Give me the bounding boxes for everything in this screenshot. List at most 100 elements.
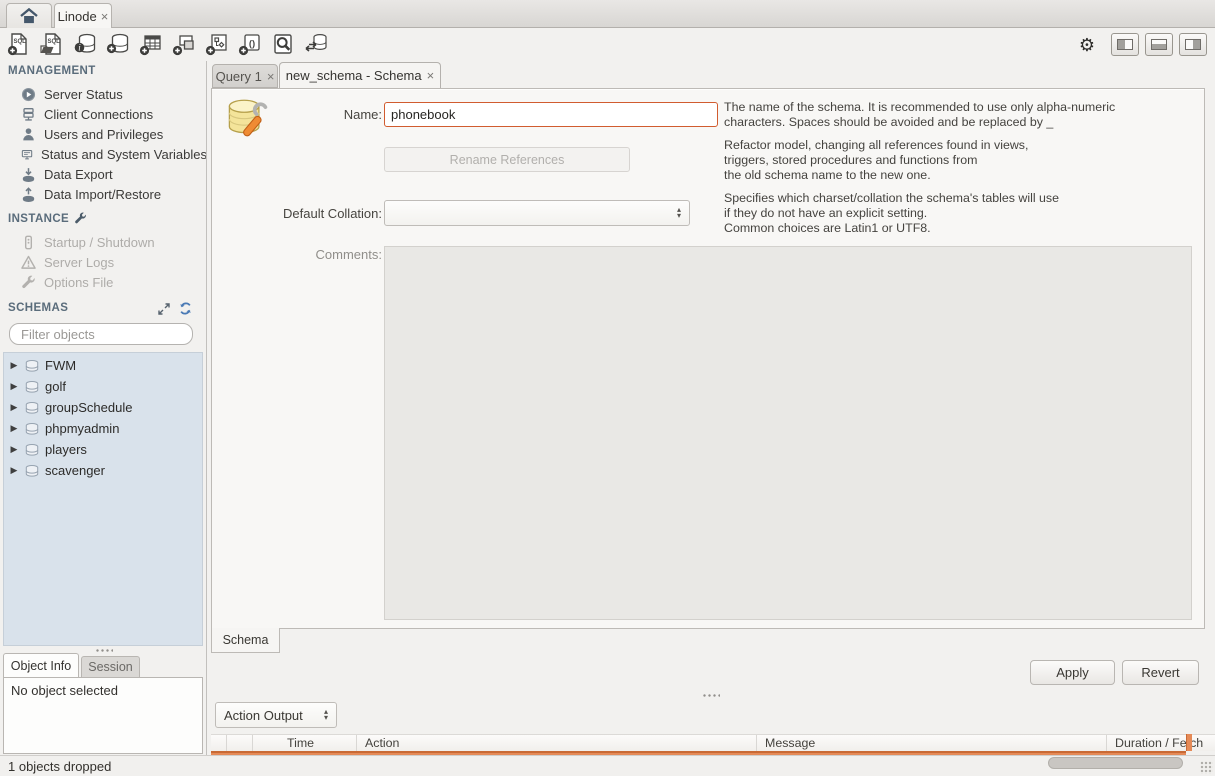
toolbar-left-group (6, 31, 329, 57)
tab-session[interactable]: Session (81, 656, 140, 677)
sidebar-item-server-logs[interactable]: Server Logs (0, 252, 207, 272)
expander-icon[interactable]: ▶ (9, 402, 19, 413)
create-schema-icon (106, 32, 130, 56)
client-connections-icon (21, 107, 36, 122)
server-icon (21, 235, 36, 250)
gear-icon[interactable]: ⚙ (1079, 35, 1095, 55)
expander-icon[interactable]: ▶ (9, 423, 19, 434)
output-selector-value: Action Output (216, 708, 324, 723)
output-col-message: Message (757, 735, 1107, 751)
schema-tree-item-fwm[interactable]: ▶ FWM (4, 355, 202, 376)
new-sql-tab-button[interactable] (6, 31, 32, 57)
schema-icon (25, 465, 39, 477)
output-col-index (227, 735, 253, 751)
create-function-button[interactable] (237, 31, 263, 57)
refresh-icon[interactable] (179, 302, 192, 315)
sidebar-item-client-connections[interactable]: Client Connections (0, 104, 207, 124)
open-sql-script-icon (40, 32, 64, 56)
database-sync-icon (304, 32, 328, 56)
status-bar: 1 objects dropped (0, 755, 1215, 776)
schema-filter-input[interactable] (21, 327, 197, 342)
schemas-section-title: SCHEMAS (8, 302, 68, 314)
new-sql-tab-icon (7, 32, 31, 56)
create-table-icon (139, 32, 163, 56)
create-view-icon (172, 32, 196, 56)
expander-icon[interactable]: ▶ (9, 444, 19, 455)
home-tab[interactable] (6, 3, 52, 28)
tab-object-info[interactable]: Object Info (3, 653, 79, 677)
output-col-status (211, 735, 227, 751)
rename-references-button[interactable]: Rename References (384, 147, 630, 172)
inspect-database-button[interactable] (72, 31, 98, 57)
schema-tree-item-golf[interactable]: ▶ golf (4, 376, 202, 397)
window-resize-grip[interactable] (1200, 761, 1213, 774)
output-col-action: Action (357, 735, 757, 751)
wrench-icon (74, 212, 87, 225)
overlay-scrollbar-thumb[interactable] (1048, 757, 1183, 769)
user-icon (21, 127, 36, 142)
create-view-button[interactable] (171, 31, 197, 57)
expander-icon[interactable]: ▶ (9, 360, 19, 371)
data-import-icon (21, 187, 36, 202)
schema-name-input[interactable] (384, 102, 718, 127)
create-schema-button[interactable] (105, 31, 131, 57)
grip-dots (702, 694, 720, 697)
collation-select[interactable]: ▴▾ (384, 200, 690, 226)
sidebar-item-data-export[interactable]: Data Export (0, 164, 207, 184)
connection-tab-label: Linode (58, 9, 97, 24)
toggle-left-panel-button[interactable] (1111, 33, 1139, 56)
schema-tree-item-phpmyadmin[interactable]: ▶ phpmyadmin (4, 418, 202, 439)
create-table-button[interactable] (138, 31, 164, 57)
schema-tree-item-scavenger[interactable]: ▶ scavenger (4, 460, 202, 481)
connection-tab-linode[interactable]: Linode × (54, 3, 112, 28)
mysql-workbench-window: Linode × ⚙ MANAGEMENT (0, 0, 1215, 776)
create-procedure-button[interactable] (204, 31, 230, 57)
tab-query-1[interactable]: Query 1 × (212, 64, 278, 88)
tab-schema-bottom[interactable]: Schema (211, 628, 280, 653)
sidebar-item-startup-shutdown[interactable]: Startup / Shutdown (0, 232, 207, 252)
sidebar-item-status-system-variables[interactable]: Status and System Variables (0, 144, 207, 164)
schemas-header-actions (158, 302, 192, 315)
close-icon[interactable]: × (427, 69, 435, 82)
schema-tree-item-groupschedule[interactable]: ▶ groupSchedule (4, 397, 202, 418)
sidebar-item-server-status[interactable]: Server Status (0, 84, 207, 104)
object-info-text: No object selected (11, 683, 118, 698)
name-help-text: The name of the schema. It is recommende… (724, 100, 1194, 130)
main-toolbar: ⚙ (0, 28, 1215, 61)
action-output-header-row: Time Action Message Duration / Fetch (211, 734, 1215, 751)
warning-icon (21, 255, 36, 270)
output-selector[interactable]: Action Output ▴▾ (215, 702, 337, 728)
close-icon[interactable]: × (101, 10, 109, 23)
create-function-icon (238, 32, 262, 56)
sidebar-item-options-file[interactable]: Options File (0, 272, 207, 292)
toggle-bottom-panel-button[interactable] (1145, 33, 1173, 56)
tab-new-schema[interactable]: new_schema - Schema × (279, 62, 441, 88)
expander-icon[interactable]: ▶ (9, 381, 19, 392)
revert-button[interactable]: Revert (1122, 660, 1199, 685)
expander-icon[interactable]: ▶ (9, 465, 19, 476)
status-text: 1 objects dropped (8, 759, 111, 774)
schema-filter-box (9, 323, 193, 345)
schema-tree: ▶ FWM ▶ golf ▶ groupSchedule ▶ phpmyadmi… (3, 352, 203, 646)
left-panel-icon (1117, 39, 1133, 50)
close-icon[interactable]: × (267, 70, 275, 83)
name-label: Name: (272, 102, 382, 127)
comments-textarea[interactable] (384, 246, 1192, 620)
open-sql-script-button[interactable] (39, 31, 65, 57)
stepper-icon[interactable]: ▴▾ (677, 207, 689, 219)
collation-label: Default Collation: (272, 201, 382, 226)
home-icon (20, 8, 38, 24)
toggle-right-panel-button[interactable] (1179, 33, 1207, 56)
sidebar-item-data-import[interactable]: Data Import/Restore (0, 184, 207, 204)
search-data-button[interactable] (270, 31, 296, 57)
sidebar-item-users-privileges[interactable]: Users and Privileges (0, 124, 207, 144)
collation-help-text: Specifies which charset/collation the sc… (724, 191, 1194, 236)
reconnect-database-button[interactable] (303, 31, 329, 57)
apply-button[interactable]: Apply (1030, 660, 1115, 685)
expand-panel-icon[interactable] (158, 303, 170, 315)
vertical-scrollbar[interactable] (1186, 734, 1192, 751)
output-splitter-handle[interactable] (207, 692, 1215, 698)
comments-label: Comments: (272, 242, 382, 267)
schema-icon (25, 381, 39, 393)
schema-tree-item-players[interactable]: ▶ players (4, 439, 202, 460)
